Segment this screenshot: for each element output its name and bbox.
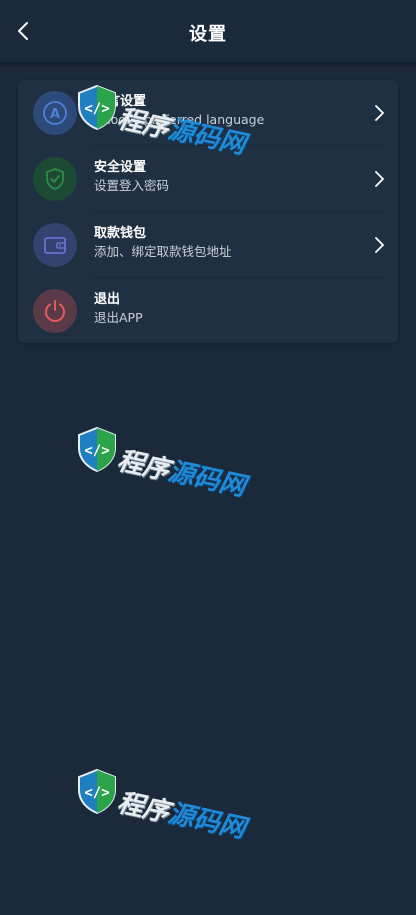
settings-item-subtitle: Choose preferred language (94, 112, 265, 127)
settings-card: A 语言设置 Choose preferred language 安全设置 设置… (18, 80, 398, 343)
settings-item-label: 语言设置 (94, 94, 147, 109)
settings-item-label: 退出 (94, 292, 121, 307)
watermark-text-2: 源码网 (165, 456, 248, 503)
chevron-right-icon (375, 105, 384, 121)
shield-code-icon: </> (78, 768, 116, 815)
watermark-text-1: 程序 (114, 787, 172, 829)
page-title: 设置 (189, 24, 227, 45)
settings-item-subtitle: 设置登入密码 (94, 178, 170, 193)
watermark-logo: </> 程序源码网 (74, 766, 254, 844)
watermark-logo: </> 程序源码网 (74, 424, 254, 502)
settings-item-label: 取款钱包 (94, 226, 147, 241)
header-bar: 设置 (0, 0, 416, 63)
settings-item-subtitle: 添加、绑定取款钱包地址 (94, 244, 232, 259)
watermark-text-2: 源码网 (165, 798, 248, 845)
settings-item-language[interactable]: A 语言设置 Choose preferred language (18, 80, 398, 146)
settings-item-subtitle: 退出APP (94, 310, 143, 325)
power-icon (33, 289, 77, 333)
shield-check-icon (33, 157, 77, 201)
svg-text:</>: </> (84, 785, 109, 801)
chevron-right-icon (375, 237, 384, 253)
settings-item-wallet[interactable]: 取款钱包 添加、绑定取款钱包地址 (18, 212, 398, 278)
svg-text:</>: </> (84, 443, 109, 459)
shield-code-icon: </> (78, 426, 116, 473)
wallet-icon (33, 223, 77, 267)
watermark-text-1: 程序 (114, 445, 172, 487)
settings-item-security[interactable]: 安全设置 设置登入密码 (18, 146, 398, 212)
language-icon: A (33, 91, 77, 135)
chevron-right-icon (375, 171, 384, 187)
svg-text:A: A (50, 107, 60, 122)
settings-item-label: 安全设置 (94, 160, 147, 175)
settings-item-logout[interactable]: 退出 退出APP (18, 278, 398, 344)
